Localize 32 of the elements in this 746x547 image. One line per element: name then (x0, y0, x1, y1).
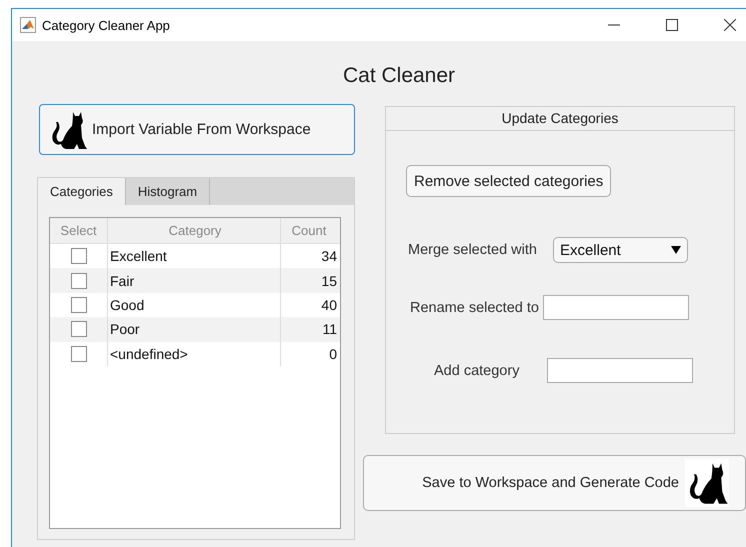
app-logo-icon (20, 17, 36, 33)
select-checkbox[interactable] (70, 346, 86, 362)
select-checkbox[interactable] (70, 272, 86, 289)
app-heading: Cat Cleaner (342, 63, 456, 83)
rename-field[interactable] (542, 295, 689, 320)
table-cell-text: 0 (328, 344, 338, 364)
save-button[interactable]: Save to Workspace and Generate Code (363, 455, 746, 511)
import-button[interactable]: Import Variable From Workspace (39, 104, 355, 155)
select-checkbox[interactable] (70, 321, 86, 338)
panel-title: Update Categories (386, 107, 734, 131)
table-cell-text: 15 (320, 272, 338, 291)
column-header: Category (108, 218, 281, 243)
column-header: Select (50, 218, 108, 243)
rename-label: Rename selected to (410, 300, 539, 316)
add-category-field[interactable] (547, 358, 694, 383)
table-cell-text: 40 (320, 296, 338, 315)
merge-label: Merge selected with (408, 242, 537, 258)
tab[interactable]: Categories (38, 178, 126, 205)
dropdown-arrow-icon (670, 246, 681, 254)
cat-icon (685, 459, 729, 507)
column-header: Count (290, 222, 328, 240)
add-category-label: Add category (434, 362, 520, 378)
merge-dropdown[interactable]: Excellent (552, 237, 688, 263)
maximize-icon[interactable] (666, 19, 678, 31)
table-cell-text: 11 (321, 320, 338, 340)
select-checkbox[interactable] (70, 296, 86, 313)
table-cell: <undefined> (108, 342, 281, 366)
select-checkbox[interactable] (70, 248, 86, 264)
table-cell-text: 34 (320, 247, 338, 266)
close-icon[interactable] (724, 19, 736, 31)
remove-button[interactable]: Remove selected categories (406, 165, 612, 197)
window-title: Category Cleaner App (42, 18, 170, 32)
